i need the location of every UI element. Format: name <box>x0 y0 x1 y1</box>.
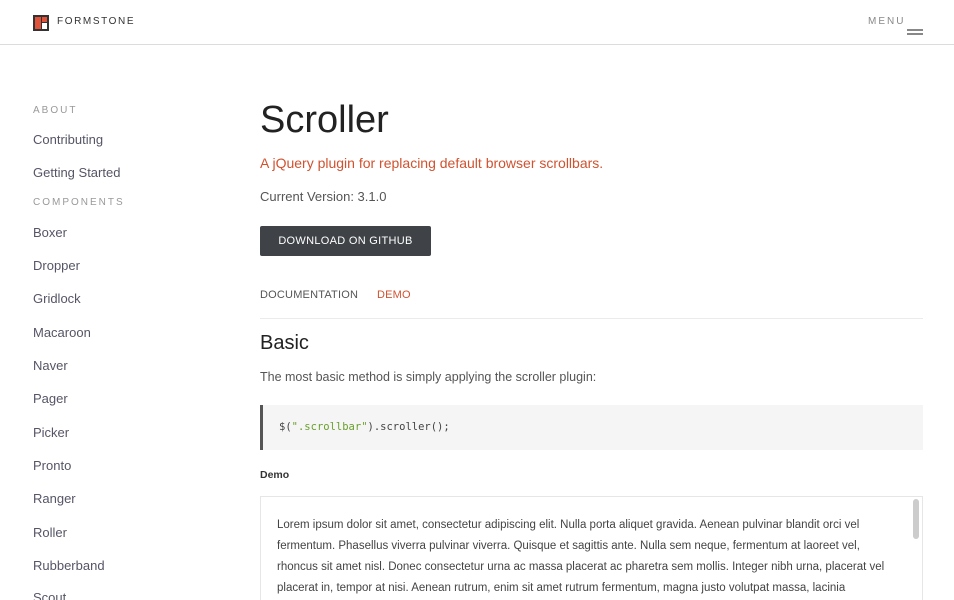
tab-demo[interactable]: DEMO <box>377 289 411 301</box>
demo-scroll-box[interactable]: Lorem ipsum dolor sit amet, consectetur … <box>260 496 923 600</box>
section-description: The most basic method is simply applying… <box>260 370 597 384</box>
sidebar-item-naver[interactable]: Naver <box>33 358 68 373</box>
scrollbar-track[interactable] <box>913 499 919 600</box>
sidebar-item-roller[interactable]: Roller <box>33 525 67 540</box>
sidebar-item-rubberband[interactable]: Rubberband <box>33 558 105 573</box>
sidebar-heading-components: COMPONENTS <box>33 197 125 208</box>
sidebar-item-getting-started[interactable]: Getting Started <box>33 165 120 180</box>
tab-documentation[interactable]: DOCUMENTATION <box>260 289 358 301</box>
sidebar-item-pager[interactable]: Pager <box>33 391 68 406</box>
sidebar-nav: ABOUT Contributing Getting Started COMPO… <box>33 0 213 600</box>
demo-label: Demo <box>260 469 290 481</box>
page-tagline: A jQuery plugin for replacing default br… <box>260 155 604 171</box>
sidebar-item-boxer[interactable]: Boxer <box>33 225 67 240</box>
section-title: Basic <box>260 332 309 354</box>
sidebar-item-pronto[interactable]: Pronto <box>33 458 71 473</box>
sidebar-item-picker[interactable]: Picker <box>33 425 69 440</box>
code-block: $(".scrollbar").scroller(); <box>260 405 923 450</box>
sidebar-item-scout[interactable]: Scout <box>33 590 66 600</box>
sidebar-item-dropper[interactable]: Dropper <box>33 258 80 273</box>
scrollbar-handle[interactable] <box>913 499 919 539</box>
main-content: Scroller A jQuery plugin for replacing d… <box>260 0 923 600</box>
sidebar-item-gridlock[interactable]: Gridlock <box>33 291 81 306</box>
sidebar-item-contributing[interactable]: Contributing <box>33 132 103 147</box>
download-github-button[interactable]: DOWNLOAD ON GITHUB <box>260 226 431 256</box>
code-line: $(".scrollbar").scroller(); <box>279 421 450 433</box>
current-version: Current Version: 3.1.0 <box>260 189 387 204</box>
demo-text: Lorem ipsum dolor sit amet, consectetur … <box>277 519 885 594</box>
code-suffix: ).scroller(); <box>367 421 450 433</box>
code-prefix: $( <box>279 421 292 433</box>
sidebar-item-ranger[interactable]: Ranger <box>33 491 76 506</box>
page-title: Scroller <box>260 99 389 141</box>
code-string: ".scrollbar" <box>291 421 368 433</box>
sidebar-item-macaroon[interactable]: Macaroon <box>33 325 91 340</box>
doc-tabs: DOCUMENTATION DEMO <box>260 289 923 319</box>
sidebar-heading-about: ABOUT <box>33 105 78 116</box>
